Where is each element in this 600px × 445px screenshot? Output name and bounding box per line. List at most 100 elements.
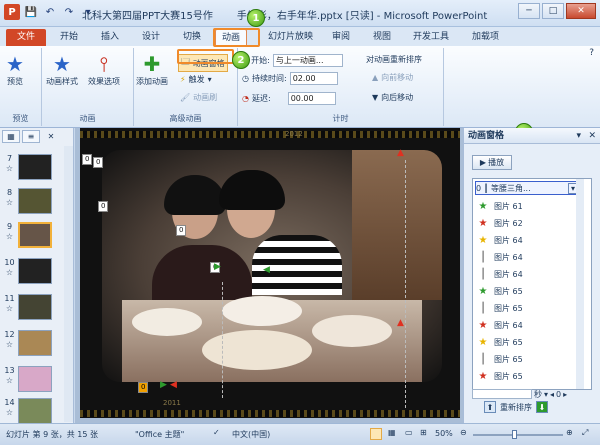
normal-view-icon[interactable] <box>370 428 382 440</box>
dropdown-icon[interactable]: ▾ <box>576 128 581 144</box>
chevron-down-icon[interactable]: ▾ <box>544 390 548 399</box>
motion-path-line <box>222 282 223 398</box>
animation-tag[interactable]: 0 <box>138 382 149 393</box>
animation-style-button[interactable]: ★ 动画样式 <box>46 52 78 87</box>
tab-file[interactable]: 文件 <box>6 29 46 46</box>
slide-thumb[interactable]: 8 ☆ <box>3 188 67 216</box>
add-star-icon: ✚ <box>143 52 161 76</box>
animation-tag[interactable]: 0 <box>176 225 187 236</box>
trigger-button[interactable]: ⚡ 触发 ▾ <box>180 74 212 85</box>
animation-list-item[interactable]: │ 图片 64 <box>475 266 579 283</box>
fit-window-icon[interactable]: ⤢ <box>582 428 588 438</box>
redo-icon[interactable]: ↷ <box>61 4 77 20</box>
animation-list-item[interactable]: ★ 图片 62 <box>475 215 579 232</box>
animation-list-item[interactable]: │ 图片 64 <box>475 249 579 266</box>
slide-thumb[interactable]: 7 ☆ <box>3 154 67 182</box>
animation-list-item[interactable]: ★ 图片 65 <box>475 283 579 300</box>
animation-list-item[interactable]: ★ 图片 65 <box>475 368 579 385</box>
spellcheck-icon[interactable]: ✓ <box>213 428 220 437</box>
animation-list-item[interactable]: ★ 图片 65 <box>475 334 579 351</box>
tab-review[interactable]: 审阅 <box>326 29 356 46</box>
close-button[interactable]: ✕ <box>566 3 596 19</box>
zoom-slider[interactable] <box>473 434 563 436</box>
maximize-button[interactable]: □ <box>542 3 564 19</box>
start-select[interactable]: 与上一动画... <box>272 54 343 67</box>
chevron-right-icon[interactable]: ▸ <box>563 390 567 399</box>
path-start-icon[interactable]: ▶ <box>160 380 167 390</box>
slide-thumb-selected[interactable]: 9 ☆ <box>3 222 67 250</box>
tab-slideshow[interactable]: 幻灯片放映 <box>262 29 319 46</box>
slideshow-icon[interactable]: ⊞ <box>420 428 427 437</box>
close-icon[interactable]: ✕ <box>588 128 596 144</box>
slide-thumb[interactable]: 11 ☆ <box>3 294 67 322</box>
language[interactable]: 中文(中国) <box>232 429 270 440</box>
preview-button[interactable]: ★ 预览 <box>6 52 24 87</box>
thumb-image <box>18 154 52 180</box>
reading-view-icon[interactable]: ▭ <box>405 428 413 437</box>
animation-tag[interactable]: 0 <box>93 157 104 168</box>
path-start-icon[interactable]: ◀ <box>263 265 270 275</box>
move-earlier-button[interactable]: ▲ 向前移动 <box>372 72 413 83</box>
zoom-in-icon[interactable]: ⊕ <box>566 428 573 437</box>
tab-developer[interactable]: 开发工具 <box>407 29 455 46</box>
slide-thumb[interactable]: 12 ☆ <box>3 330 67 358</box>
add-animation-button[interactable]: ✚ 添加动画 <box>136 52 168 87</box>
play-button[interactable]: ▶ 播放 <box>472 155 512 170</box>
tab-home[interactable]: 开始 <box>54 29 84 46</box>
close-pane-icon[interactable]: ✕ <box>42 130 60 143</box>
move-later-button[interactable]: ▼ 向后移动 <box>372 92 413 103</box>
move-down-icon[interactable]: ⬇ <box>536 401 548 413</box>
animation-painter-button[interactable]: 🖌 动画刷 <box>180 92 217 103</box>
timeline-bar: 秒 ▾ ◂ 0 ▸ <box>472 388 592 400</box>
effect-options-button[interactable]: ⫯ 效果选项 <box>88 52 120 87</box>
tab-design[interactable]: 设计 <box>136 29 166 46</box>
slide-thumb[interactable]: 14 ☆ <box>3 398 67 426</box>
outline-tab[interactable]: ≡ <box>22 130 40 143</box>
animation-list-item-selected[interactable]: 0 ┃ 等腰三角... ▾ <box>475 181 579 195</box>
zoom-out-icon[interactable]: ⊖ <box>460 428 467 437</box>
zoom-thumb[interactable] <box>512 430 517 439</box>
star-red-icon: ★ <box>478 320 488 331</box>
animation-list-item[interactable]: ★ 图片 64 <box>475 232 579 249</box>
triangle-red-icon[interactable]: ▲ <box>397 318 404 328</box>
animation-list-item[interactable]: ★ 图片 64 <box>475 317 579 334</box>
tab-view[interactable]: 视图 <box>367 29 397 46</box>
theme-name[interactable]: "Office 主题" <box>135 429 184 440</box>
slide-thumb[interactable]: 13 ☆ <box>3 366 67 394</box>
move-up-icon[interactable]: ⬆ <box>484 401 496 413</box>
path-start-icon[interactable]: ▶ <box>214 262 221 272</box>
animation-list-item[interactable]: ★ 图片 61 <box>475 198 579 215</box>
minimize-button[interactable]: ─ <box>518 3 540 19</box>
triangle-red-icon[interactable]: ▲ <box>397 148 404 158</box>
timeline-track[interactable] <box>472 389 532 399</box>
tab-addins[interactable]: 加载项 <box>466 29 505 46</box>
item-label: 图片 65 <box>494 338 523 347</box>
tab-transitions[interactable]: 切换 <box>177 29 207 46</box>
help-icon[interactable]: ? <box>589 48 594 58</box>
path-end-icon[interactable]: ◀ <box>170 380 177 390</box>
delay-input[interactable]: 00.00 <box>287 92 336 105</box>
animation-list-item[interactable]: │ 图片 65 <box>475 351 579 368</box>
thumbnail-scrollbar[interactable] <box>64 146 73 422</box>
powerpoint-logo-icon[interactable]: P <box>4 4 20 20</box>
duration-input[interactable]: 02.00 <box>289 72 338 85</box>
undo-icon[interactable]: ↶ <box>42 4 58 20</box>
slide-photo[interactable] <box>102 150 442 382</box>
item-label: 图片 65 <box>494 355 523 364</box>
slide-number: 7 <box>6 154 13 163</box>
tab-insert[interactable]: 插入 <box>95 29 125 46</box>
item-label: 图片 64 <box>494 236 523 245</box>
animation-tag[interactable]: 0 <box>98 201 109 212</box>
star-green-icon: ★ <box>478 201 488 212</box>
animation-tag[interactable]: 0 <box>82 154 93 165</box>
slides-tab[interactable]: ▦ <box>2 130 20 143</box>
slide-number: 13 <box>4 366 15 375</box>
animation-list-scrollbar[interactable] <box>576 179 584 389</box>
slide-thumb[interactable]: 10 ☆ <box>3 258 67 286</box>
animation-list-item[interactable]: │ 图片 65 <box>475 300 579 317</box>
chevron-left-icon[interactable]: ◂ <box>550 390 554 399</box>
animation-list[interactable]: 0 ┃ 等腰三角... ▾ ★ 图片 61 ★ 图片 62 ★ 图片 64 │ 图片 64 │ 图… <box>472 178 592 390</box>
slide-sorter-icon[interactable]: ▦ <box>388 428 396 437</box>
save-icon[interactable]: 💾 <box>23 4 39 20</box>
zoom-level[interactable]: 50% <box>435 429 453 438</box>
